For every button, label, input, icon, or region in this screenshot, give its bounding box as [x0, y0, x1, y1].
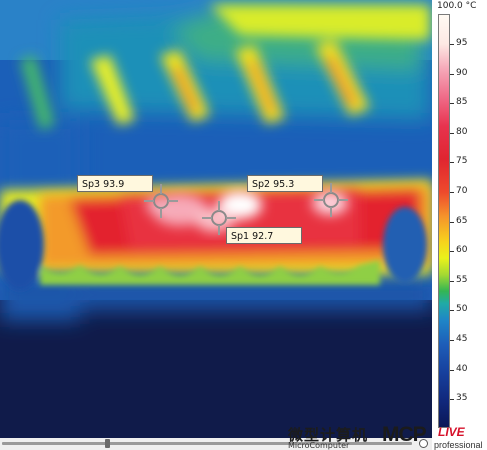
scale-tick-label: 45 [456, 334, 468, 344]
scale-tick-label: 85 [456, 97, 468, 108]
scale-tick [450, 280, 454, 282]
scale-tick-label: 95 [456, 38, 468, 48]
temperature-scale: 100.0 °C 95 90 85 80 75 70 65 60 55 50 45 40 35 [432, 0, 487, 438]
watermark-live: LIVE [438, 425, 465, 439]
watermark-brand: MCP [382, 423, 427, 446]
watermark-english: MicroComputer [288, 441, 350, 450]
scale-tick [450, 73, 454, 75]
scale-tick [450, 192, 454, 193]
color-scale-bar [438, 14, 450, 428]
scale-tick-label: 70 [456, 186, 468, 196]
scale-tick [450, 132, 454, 134]
scale-tick-label: 75 [456, 156, 468, 167]
scale-tick [450, 340, 454, 341]
spot-label-sp2[interactable]: Sp2 95.3 [247, 175, 323, 192]
scale-tick [450, 221, 454, 223]
scale-max-label: 100.0 °C [437, 1, 477, 11]
scale-tick-label: 65 [456, 215, 468, 226]
scale-tick [450, 369, 454, 371]
scale-tick-label: 40 [456, 363, 468, 374]
scale-tick [450, 103, 454, 105]
scale-tick [450, 310, 454, 312]
scroll-thumb[interactable] [105, 439, 110, 448]
watermark-sub: professional [434, 440, 483, 450]
scale-tick-label: 90 [456, 67, 468, 78]
scale-tick [450, 399, 454, 401]
scale-tick-label: 80 [456, 126, 468, 137]
spot-label-sp1[interactable]: Sp1 92.7 [226, 227, 302, 244]
thermal-image: Sp3 93.9 Sp2 95.3 Sp1 92.7 [0, 0, 432, 438]
scale-tick-label: 35 [456, 393, 468, 404]
scale-tick [450, 251, 454, 253]
scale-tick-label: 60 [456, 245, 468, 256]
scale-tick-label: 50 [456, 304, 468, 315]
watermark: 微型计算机 MicroComputer MCP LIVE professiona… [288, 423, 487, 450]
spot-label-sp3[interactable]: Sp3 93.9 [77, 175, 153, 192]
scale-tick [450, 44, 454, 45]
scale-tick [450, 162, 454, 164]
scale-tick-label: 55 [456, 274, 468, 285]
